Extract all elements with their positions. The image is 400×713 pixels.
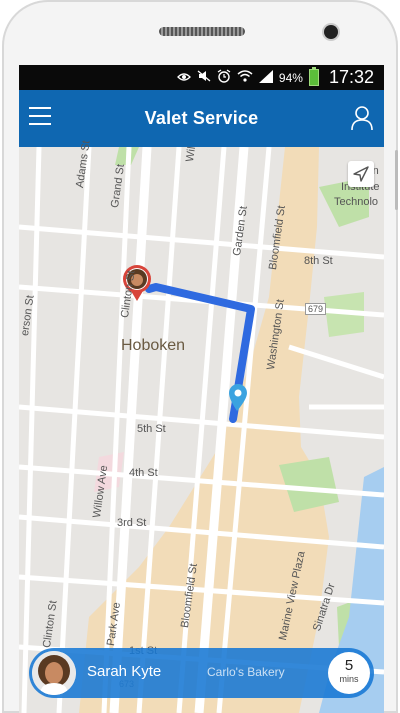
page-title: Valet Service xyxy=(144,108,259,128)
user-profile-icon[interactable] xyxy=(350,105,374,131)
street-label: 5th St xyxy=(137,423,166,435)
poi-label: Technolo xyxy=(334,196,379,208)
navigation-arrow-icon xyxy=(353,166,369,182)
status-bar: 94% 17:32 xyxy=(19,65,384,90)
street-label: 8th St xyxy=(304,255,333,267)
driver-name: Sarah Kyte xyxy=(87,663,162,680)
map-canvas xyxy=(19,147,384,713)
route-shield: 679 xyxy=(305,303,327,315)
signal-icon xyxy=(258,69,273,86)
battery-icon xyxy=(308,67,319,86)
wifi-icon xyxy=(237,70,253,85)
phone-frame: 94% 17:32 Valet Service Adams St Grand S… xyxy=(2,0,398,713)
eta-value: 5 xyxy=(344,657,354,674)
map-view[interactable]: Adams St Grand St Wil Garden St Bloomfie… xyxy=(19,140,384,713)
city-label: Hoboken xyxy=(121,337,186,354)
destination-name: Carlo's Bakery xyxy=(207,665,285,679)
trip-info-card[interactable]: Sarah Kyte Carlo's Bakery 5 mins xyxy=(29,648,374,698)
eta-badge: 5 mins xyxy=(328,652,370,694)
eye-icon xyxy=(177,71,191,85)
eta-unit: mins xyxy=(339,674,359,684)
alarm-icon xyxy=(217,69,231,86)
street-label: 3rd St xyxy=(117,517,147,529)
recenter-location-button[interactable] xyxy=(348,161,374,187)
driver-avatar xyxy=(32,651,76,695)
mute-icon xyxy=(197,70,211,85)
screen: 94% 17:32 Valet Service Adams St Grand S… xyxy=(19,65,384,713)
side-button xyxy=(395,150,398,210)
street-label: Wil xyxy=(184,145,199,163)
front-camera xyxy=(324,25,338,39)
earpiece-speaker xyxy=(159,27,245,36)
battery-percent: 94% xyxy=(278,70,303,85)
street-label: 4th St xyxy=(129,467,158,479)
app-bar: Valet Service xyxy=(19,90,384,147)
clock: 17:32 xyxy=(328,67,374,87)
